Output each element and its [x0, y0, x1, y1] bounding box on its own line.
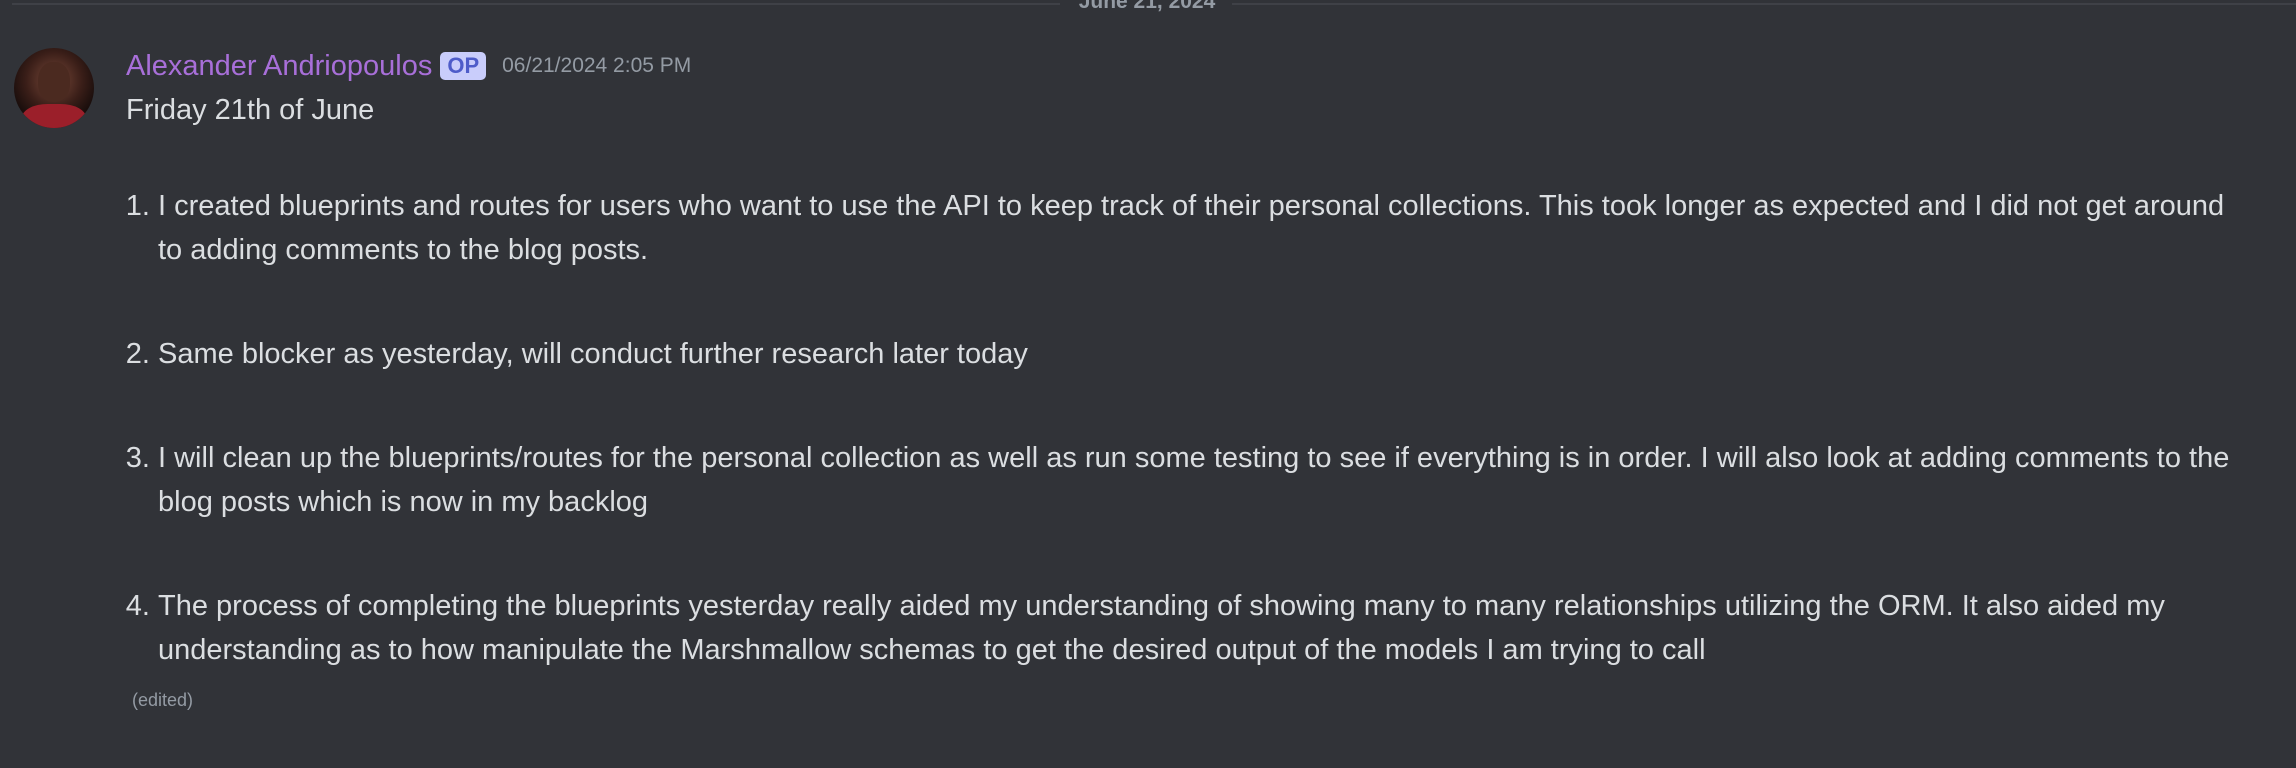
divider-line-left	[12, 3, 1060, 5]
message-timestamp[interactable]: 06/21/2024 2:05 PM	[502, 54, 691, 78]
list-item: Same blocker as yesterday, will conduct …	[158, 332, 2238, 376]
avatar-face	[38, 62, 70, 102]
message-first-line: Friday 21th of June	[126, 94, 375, 126]
divider-line-right	[1232, 3, 2296, 5]
list-item: I will clean up the blueprints/routes fo…	[158, 436, 2238, 524]
divider-date-label: June 21, 2024	[1078, 0, 1216, 13]
edited-indicator: (edited)	[132, 690, 194, 710]
message-header: Alexander Andriopoulos OP 06/21/2024 2:0…	[126, 44, 2276, 88]
date-divider: June 21, 2024	[0, 0, 2296, 13]
avatar-shirt	[22, 104, 86, 128]
list-item: The process of completing the blueprints…	[158, 584, 2238, 672]
message-list: I created blueprints and routes for user…	[126, 184, 2276, 672]
list-item: I created blueprints and routes for user…	[158, 184, 2238, 272]
message-content: Alexander Andriopoulos OP 06/21/2024 2:0…	[126, 44, 2276, 711]
author-name[interactable]: Alexander Andriopoulos	[126, 50, 432, 83]
avatar[interactable]	[14, 48, 94, 128]
op-badge: OP	[440, 52, 487, 80]
channel-view: June 21, 2024 Alexander Andriopoulos OP …	[0, 0, 2296, 768]
